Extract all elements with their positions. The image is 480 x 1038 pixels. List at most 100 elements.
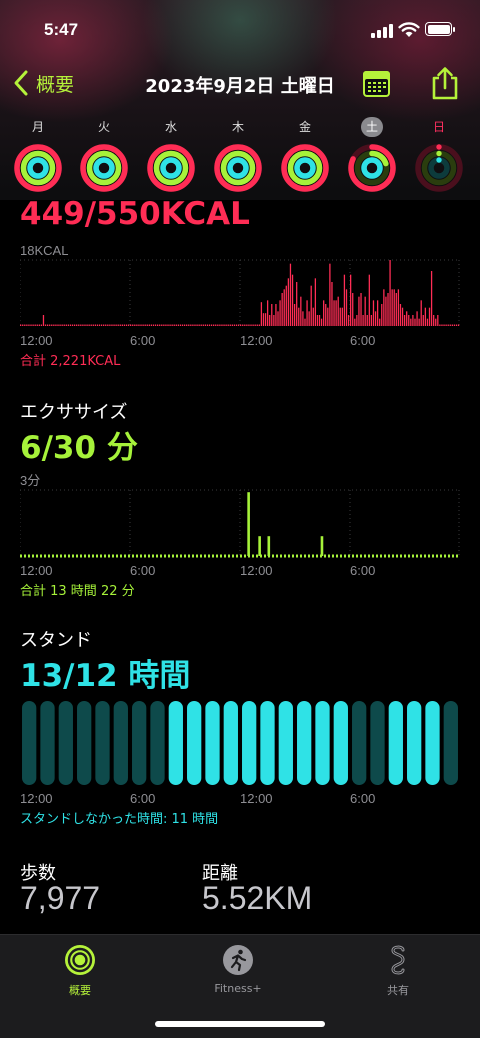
move-bar	[275, 304, 277, 326]
exercise-baseline-dot	[432, 554, 434, 558]
day-thursday[interactable]: 木	[206, 116, 270, 193]
stand-hour-bar	[132, 701, 147, 785]
move-bar	[428, 307, 431, 326]
move-y-max-label: 18KCAL	[20, 243, 68, 258]
move-bar	[38, 324, 40, 326]
distance-value: 5.52KM	[202, 880, 313, 916]
move-bar	[302, 311, 304, 326]
exercise-baseline-dot	[124, 554, 126, 558]
day-monday[interactable]: 月	[6, 116, 70, 193]
exercise-baseline-dot	[388, 554, 390, 558]
move-bar	[283, 289, 285, 326]
move-bar	[138, 324, 140, 326]
activity-rings-icon	[281, 144, 329, 192]
tab-summary[interactable]: 概要	[20, 943, 140, 998]
stand-hour-bar	[407, 701, 422, 785]
day-tuesday[interactable]: 火	[72, 116, 136, 193]
move-bar	[246, 324, 248, 326]
x-tick-label: 6:00	[350, 333, 375, 348]
ring-progress	[27, 157, 49, 179]
move-bar	[84, 324, 86, 326]
x-tick-label: 12:00	[240, 791, 273, 806]
move-bar	[358, 296, 360, 326]
day-sunday[interactable]: 日	[407, 116, 471, 193]
exercise-baseline-dot	[144, 554, 146, 558]
exercise-baseline-dot	[220, 554, 222, 558]
exercise-baseline-dot	[368, 554, 370, 558]
move-bar	[248, 324, 250, 326]
move-bar	[323, 300, 325, 326]
move-bar	[179, 324, 182, 326]
tab-sharing[interactable]: 共有	[338, 943, 458, 998]
exercise-baseline-dot	[120, 554, 122, 558]
move-chart: 18KCAL 12:00 6:00 12:00 6:00	[20, 242, 460, 350]
day-saturday[interactable]: 土	[340, 116, 404, 193]
move-bar	[329, 263, 331, 326]
move-bar	[308, 311, 310, 326]
exercise-baseline-dot	[244, 554, 246, 558]
move-bar	[244, 324, 246, 326]
activity-rings-icon	[147, 144, 195, 192]
status-bar: 5:47	[0, 0, 480, 60]
move-bar	[132, 324, 134, 326]
move-bar	[215, 324, 217, 326]
move-bar	[414, 318, 416, 326]
move-bar	[291, 274, 294, 326]
move-bar	[219, 324, 221, 326]
move-bar	[341, 307, 343, 326]
move-bar	[401, 307, 404, 326]
calendar-icon[interactable]	[362, 70, 391, 98]
move-bar	[53, 324, 55, 326]
move-bar	[310, 285, 312, 326]
navigation-bar: 概要 2023年9月2日 土曜日	[0, 64, 480, 108]
move-bar	[235, 324, 238, 326]
move-bar	[447, 324, 449, 326]
exercise-baseline-dot	[240, 554, 242, 558]
move-bar	[410, 318, 412, 326]
move-bar	[194, 324, 196, 326]
share-icon[interactable]	[430, 66, 460, 100]
exercise-baseline-dot	[284, 554, 286, 558]
exercise-baseline-dot	[36, 554, 38, 558]
move-bar	[40, 324, 43, 326]
move-bar	[46, 324, 49, 326]
exercise-baseline-dot	[172, 554, 174, 558]
day-wednesday[interactable]: 水	[139, 116, 203, 193]
exercise-baseline-dot	[132, 554, 134, 558]
move-bar	[183, 324, 186, 326]
day-friday[interactable]: 金	[273, 116, 337, 193]
move-bar	[242, 324, 244, 326]
exercise-baseline-dot	[136, 554, 138, 558]
exercise-bar	[320, 536, 324, 556]
exercise-baseline-dot	[184, 554, 186, 558]
move-bar	[441, 324, 443, 326]
move-bar	[213, 324, 215, 326]
ring-start-dot	[436, 157, 442, 163]
day-label: 日	[432, 120, 445, 134]
exercise-baseline-dot	[228, 554, 230, 558]
exercise-baseline-dot	[336, 554, 338, 558]
exercise-baseline-dot	[24, 554, 26, 558]
x-tick-label: 12:00	[240, 563, 273, 578]
move-bar	[237, 324, 240, 326]
move-bar	[49, 324, 51, 326]
exercise-baseline-dot	[208, 554, 210, 558]
move-bar	[51, 324, 53, 326]
stand-hour-bar	[443, 701, 458, 785]
move-bar	[217, 324, 219, 326]
tab-fitness-plus[interactable]: Fitness+	[178, 943, 298, 995]
runner-icon	[223, 945, 253, 975]
move-bar	[142, 324, 144, 326]
move-bar	[345, 289, 348, 326]
exercise-baseline-dot	[380, 554, 382, 558]
exercise-y-max-label: 3分	[20, 473, 40, 488]
exercise-baseline-dot	[312, 554, 314, 558]
move-bar	[383, 289, 385, 326]
move-bar	[186, 324, 188, 326]
day-label: 土	[361, 117, 383, 137]
stand-hour-bar	[150, 701, 165, 785]
summary-scroll-view[interactable]: 449/550KCAL 18KCAL 12:00 6:00 12:00 6:00…	[0, 196, 480, 934]
stand-chart: 12:00 6:00 12:00 6:00	[20, 698, 460, 806]
exercise-baseline-dot	[188, 554, 190, 558]
exercise-baseline-dot	[396, 554, 398, 558]
